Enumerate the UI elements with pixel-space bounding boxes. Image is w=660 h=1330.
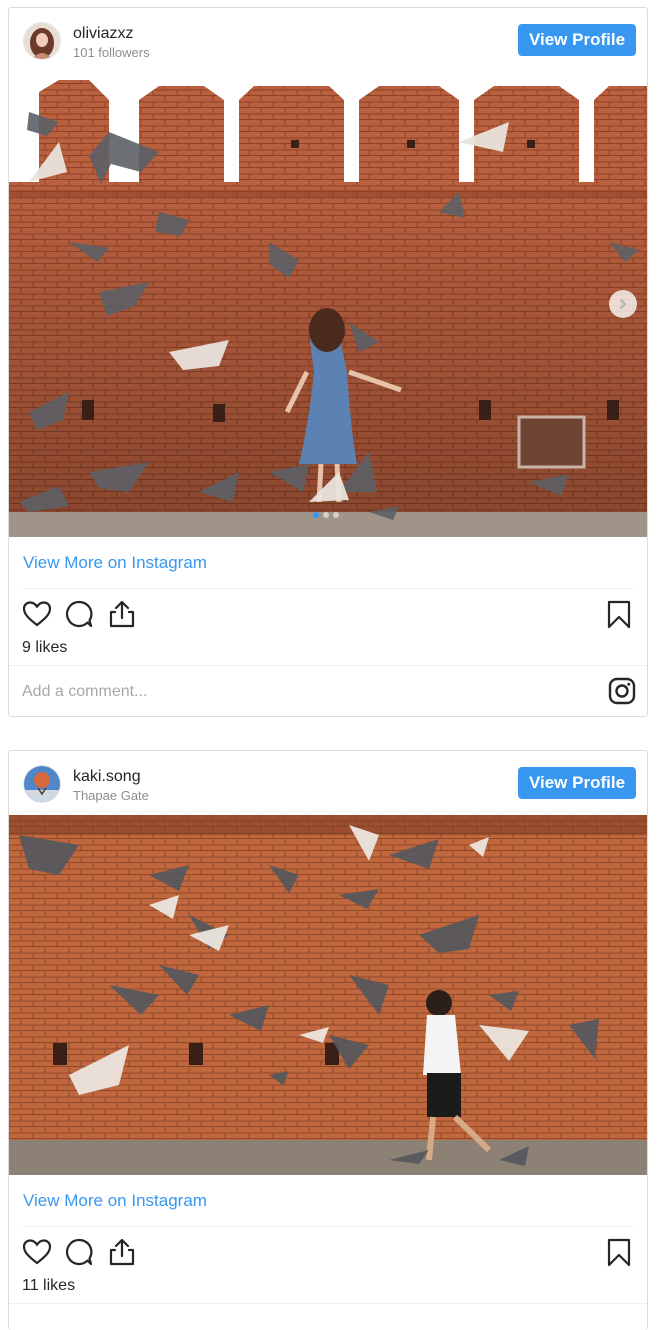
- instagram-embed-post-2: kaki.song Thapae Gate View Profile View …: [8, 750, 648, 1330]
- carousel-next-button[interactable]: [609, 290, 637, 318]
- comment-bar: [9, 665, 647, 716]
- instagram-icon[interactable]: [608, 677, 636, 705]
- view-more-link[interactable]: View More on Instagram: [23, 537, 633, 589]
- share-icon[interactable]: [107, 1237, 137, 1267]
- chevron-right-icon: [620, 299, 627, 309]
- photo-image: [9, 815, 647, 1175]
- view-profile-button[interactable]: View Profile: [518, 24, 636, 56]
- heart-icon[interactable]: [22, 1237, 52, 1267]
- username[interactable]: kaki.song: [73, 768, 141, 786]
- bookmark-icon[interactable]: [604, 599, 634, 629]
- like-count: 9 likes: [22, 639, 68, 656]
- post-photo[interactable]: [9, 72, 647, 537]
- location[interactable]: Thapae Gate: [73, 788, 149, 803]
- instagram-embed-post-1: oliviazxz 101 followers View Profile Vie…: [8, 7, 648, 717]
- carousel-indicator: [313, 512, 339, 518]
- post-header: kaki.song Thapae Gate View Profile: [9, 751, 647, 815]
- avatar[interactable]: [23, 765, 61, 803]
- view-profile-button[interactable]: View Profile: [518, 767, 636, 799]
- action-bar: [22, 1227, 634, 1273]
- comment-bar: [9, 1303, 647, 1330]
- bookmark-icon[interactable]: [604, 1237, 634, 1267]
- view-more-link[interactable]: View More on Instagram: [23, 1175, 633, 1227]
- username[interactable]: oliviazxz: [73, 25, 133, 43]
- photo-image: [9, 72, 647, 537]
- comment-icon[interactable]: [64, 1237, 94, 1267]
- heart-icon[interactable]: [22, 599, 52, 629]
- comment-input[interactable]: [22, 678, 542, 706]
- action-bar: [22, 589, 634, 635]
- post-header: oliviazxz 101 followers View Profile: [9, 8, 647, 72]
- follower-count: 101 followers: [73, 45, 150, 60]
- carousel-dot: [333, 512, 339, 518]
- post-photo[interactable]: [9, 815, 647, 1175]
- comment-icon[interactable]: [64, 599, 94, 629]
- like-count: 11 likes: [22, 1277, 76, 1294]
- carousel-dot: [323, 512, 329, 518]
- share-icon[interactable]: [107, 599, 137, 629]
- carousel-dot: [313, 512, 319, 518]
- avatar[interactable]: [23, 22, 61, 60]
